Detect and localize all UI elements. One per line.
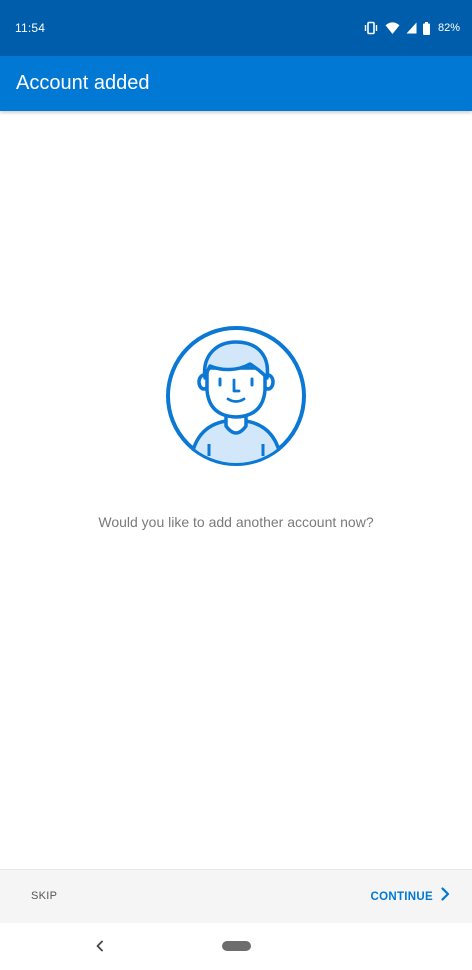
chevron-right-icon bbox=[441, 887, 450, 906]
skip-button[interactable]: SKIP bbox=[31, 890, 57, 902]
battery-icon bbox=[422, 21, 430, 35]
continue-label: CONTINUE bbox=[370, 890, 433, 903]
action-bar: SKIP CONTINUE bbox=[0, 869, 472, 924]
navigation-bar bbox=[0, 923, 472, 970]
battery-percentage: 82% bbox=[437, 22, 460, 34]
wifi-icon bbox=[385, 21, 400, 35]
back-chevron-icon[interactable] bbox=[93, 939, 107, 953]
avatar-illustration-icon bbox=[164, 324, 308, 468]
status-bar: 11:54 82% bbox=[0, 0, 472, 56]
add-account-prompt: Would you like to add another account no… bbox=[98, 514, 374, 530]
continue-button[interactable]: CONTINUE bbox=[371, 887, 450, 906]
status-time: 11:54 bbox=[15, 21, 46, 35]
screen: 11:54 82% Account added Would you like t… bbox=[0, 0, 472, 970]
home-pill-icon[interactable] bbox=[222, 941, 251, 951]
status-icons: 82% bbox=[363, 18, 460, 38]
page-title: Account added bbox=[16, 72, 150, 94]
vibrate-icon bbox=[363, 21, 379, 35]
signal-icon bbox=[406, 22, 417, 34]
app-bar: Account added bbox=[0, 56, 472, 111]
